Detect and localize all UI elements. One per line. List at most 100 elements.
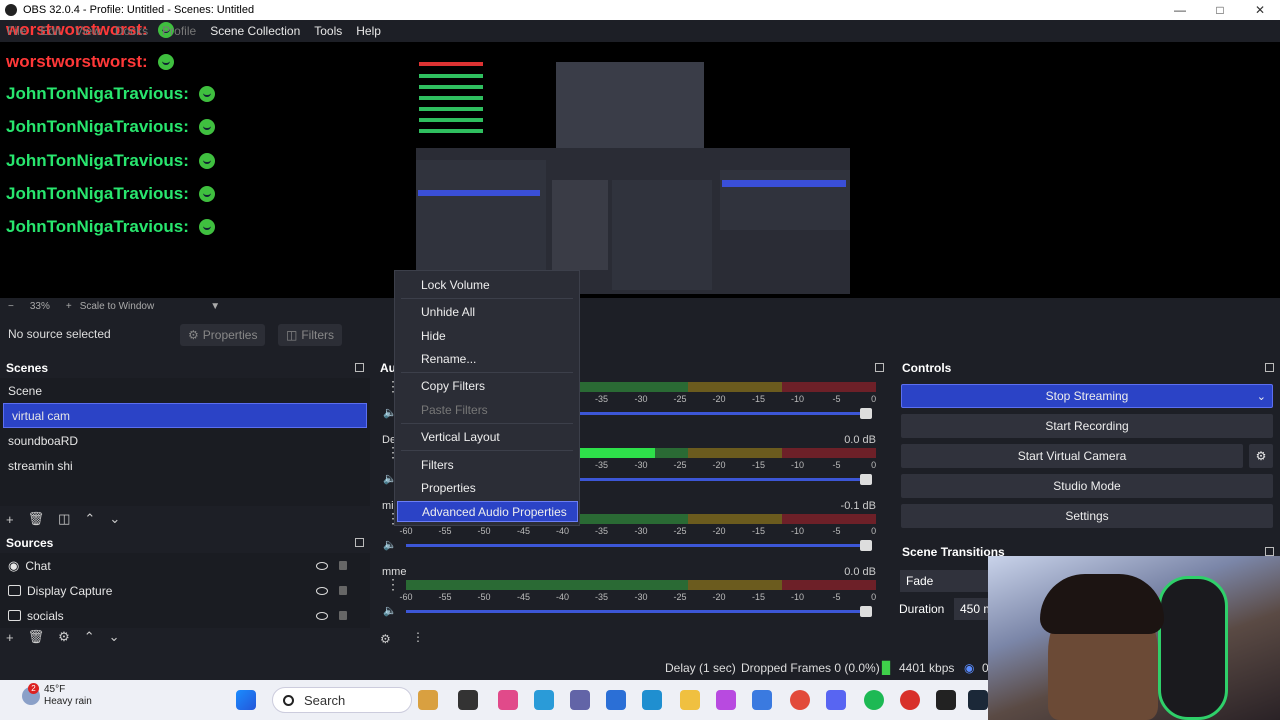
weather-widget[interactable]: 2 45°F Heavy rain bbox=[22, 683, 92, 708]
scene-filters-button[interactable]: ◫ bbox=[58, 511, 70, 527]
move-down-button[interactable]: ⌄ bbox=[109, 629, 120, 645]
teams-icon[interactable] bbox=[570, 690, 590, 710]
menu-item-rename[interactable]: Rename... bbox=[397, 348, 578, 369]
remove-scene-button[interactable]: 🗑 bbox=[28, 511, 45, 527]
slider-knob[interactable] bbox=[860, 474, 872, 485]
widget-app-icon[interactable] bbox=[418, 690, 438, 710]
channel-menu-icon[interactable]: ⋮ bbox=[386, 445, 400, 459]
menu-scene-collection[interactable]: Scene Collection bbox=[203, 24, 307, 38]
chrome-icon[interactable] bbox=[900, 690, 920, 710]
task-view-icon[interactable] bbox=[458, 690, 478, 710]
menu-item-advanced-audio-properties[interactable]: Advanced Audio Properties bbox=[397, 501, 578, 522]
app-icon[interactable] bbox=[716, 690, 736, 710]
db-scale: -60-55-50-45-40-35-30-25-20-15-10-50 bbox=[399, 592, 877, 602]
menu-tools[interactable]: Tools bbox=[307, 24, 349, 38]
add-source-button[interactable]: + bbox=[6, 630, 14, 645]
menu-item-filters[interactable]: Filters bbox=[397, 454, 578, 475]
menu-item-vertical-layout[interactable]: Vertical Layout bbox=[397, 426, 578, 447]
channel-menu-icon[interactable]: ⋮ bbox=[386, 379, 400, 393]
maximize-button[interactable]: □ bbox=[1200, 0, 1240, 20]
mixer-menu-icon[interactable]: ⋮ bbox=[412, 630, 424, 644]
filters-button[interactable]: ◫ Filters bbox=[278, 324, 343, 346]
start-recording-button[interactable]: Start Recording bbox=[901, 414, 1273, 438]
eye-icon[interactable] bbox=[316, 586, 328, 595]
file-explorer-icon[interactable] bbox=[680, 690, 700, 710]
discord-icon[interactable] bbox=[826, 690, 846, 710]
virtual-camera-settings-icon[interactable]: ⚙ bbox=[1249, 444, 1273, 468]
volume-slider[interactable] bbox=[406, 606, 872, 617]
instagram-icon[interactable] bbox=[498, 690, 518, 710]
undock-icon[interactable] bbox=[1265, 547, 1274, 556]
zoom-out-button[interactable]: − bbox=[8, 301, 14, 312]
undock-icon[interactable] bbox=[355, 363, 364, 372]
source-item[interactable]: Display Capture bbox=[0, 578, 370, 603]
menu-help[interactable]: Help bbox=[349, 24, 388, 38]
move-up-button[interactable]: ⌃ bbox=[84, 629, 95, 645]
speaker-icon[interactable]: 🔈 bbox=[383, 538, 397, 551]
menu-item-unhide-all[interactable]: Unhide All bbox=[397, 301, 578, 322]
source-item[interactable]: ◉ Chat bbox=[0, 553, 370, 578]
spotify-icon[interactable] bbox=[864, 690, 884, 710]
remove-source-button[interactable]: 🗑 bbox=[28, 629, 45, 645]
scene-item[interactable]: Scene bbox=[0, 378, 370, 403]
taskbar-search[interactable]: Search bbox=[272, 687, 412, 713]
undock-icon[interactable] bbox=[875, 363, 884, 372]
volume-slider[interactable] bbox=[406, 540, 872, 551]
mixer-settings-icon[interactable]: ⚙ bbox=[380, 632, 391, 646]
source-settings-button[interactable]: ⚙ bbox=[58, 629, 70, 645]
settings-button[interactable]: Settings bbox=[901, 504, 1273, 528]
channel-db: -0.1 dB bbox=[840, 500, 876, 512]
menu-item-properties[interactable]: Properties bbox=[397, 477, 578, 498]
menu-item-lock-volume[interactable]: Lock Volume bbox=[397, 274, 578, 295]
steam-icon[interactable] bbox=[968, 690, 988, 710]
slider-knob[interactable] bbox=[860, 408, 872, 419]
move-up-button[interactable]: ⌃ bbox=[84, 511, 95, 527]
menu-docks[interactable]: Docks bbox=[108, 24, 155, 38]
chevron-down-icon[interactable]: ▼ bbox=[210, 301, 220, 312]
scenes-list: Scene virtual cam soundboaRD streamin sh… bbox=[0, 378, 370, 506]
channel-menu-icon[interactable]: ⋮ bbox=[386, 511, 400, 525]
scene-item-selected[interactable]: virtual cam bbox=[3, 403, 367, 428]
add-scene-button[interactable]: + bbox=[6, 512, 14, 527]
lock-icon[interactable] bbox=[339, 586, 347, 595]
lock-icon[interactable] bbox=[339, 561, 347, 570]
eye-icon[interactable] bbox=[316, 611, 328, 620]
undock-icon[interactable] bbox=[355, 538, 364, 547]
speaker-icon[interactable]: 🔈 bbox=[383, 604, 397, 617]
store-icon[interactable] bbox=[606, 690, 626, 710]
close-button[interactable]: ✕ bbox=[1240, 0, 1280, 20]
edge-icon[interactable] bbox=[534, 690, 554, 710]
chevron-down-icon[interactable]: ⌄ bbox=[1257, 390, 1266, 403]
scale-mode[interactable]: Scale to Window bbox=[80, 301, 154, 312]
start-virtual-camera-button[interactable]: Start Virtual Camera bbox=[901, 444, 1243, 468]
menu-profile[interactable]: Profile bbox=[155, 24, 203, 38]
lock-icon[interactable] bbox=[339, 611, 347, 620]
chrome-icon[interactable] bbox=[790, 690, 810, 710]
slider-knob[interactable] bbox=[860, 606, 872, 617]
channel-menu-icon[interactable]: ⋮ bbox=[386, 577, 400, 591]
obs-icon[interactable] bbox=[936, 690, 956, 710]
eye-icon[interactable] bbox=[316, 561, 328, 570]
studio-mode-button[interactable]: Studio Mode bbox=[901, 474, 1273, 498]
stop-streaming-button[interactable]: Stop Streaming ⌄ bbox=[901, 384, 1273, 408]
app-icon[interactable] bbox=[642, 690, 662, 710]
menu-item-hide[interactable]: Hide bbox=[397, 325, 578, 346]
windows-start-icon[interactable] bbox=[236, 690, 256, 710]
minimize-button[interactable]: — bbox=[1160, 0, 1200, 20]
menu-view[interactable]: View bbox=[68, 24, 108, 38]
scene-item[interactable]: streamin shi bbox=[0, 453, 370, 478]
menu-edit[interactable]: Edit bbox=[33, 24, 68, 38]
app-icon[interactable] bbox=[752, 690, 772, 710]
menu-file[interactable]: File bbox=[0, 24, 33, 38]
properties-button[interactable]: ⚙ Properties bbox=[180, 324, 266, 346]
undock-icon[interactable] bbox=[1265, 363, 1274, 372]
zoom-in-button[interactable]: + bbox=[66, 301, 72, 312]
scale-tick-label: -45 bbox=[516, 592, 531, 602]
move-down-button[interactable]: ⌄ bbox=[109, 511, 120, 527]
gear-icon: ⚙ bbox=[188, 328, 199, 342]
scale-tick-label: 0 bbox=[871, 592, 877, 602]
menu-item-copy-filters[interactable]: Copy Filters bbox=[397, 375, 578, 396]
scene-item[interactable]: soundboaRD bbox=[0, 428, 370, 453]
slider-knob[interactable] bbox=[860, 540, 872, 551]
source-item[interactable]: socials bbox=[0, 603, 370, 628]
